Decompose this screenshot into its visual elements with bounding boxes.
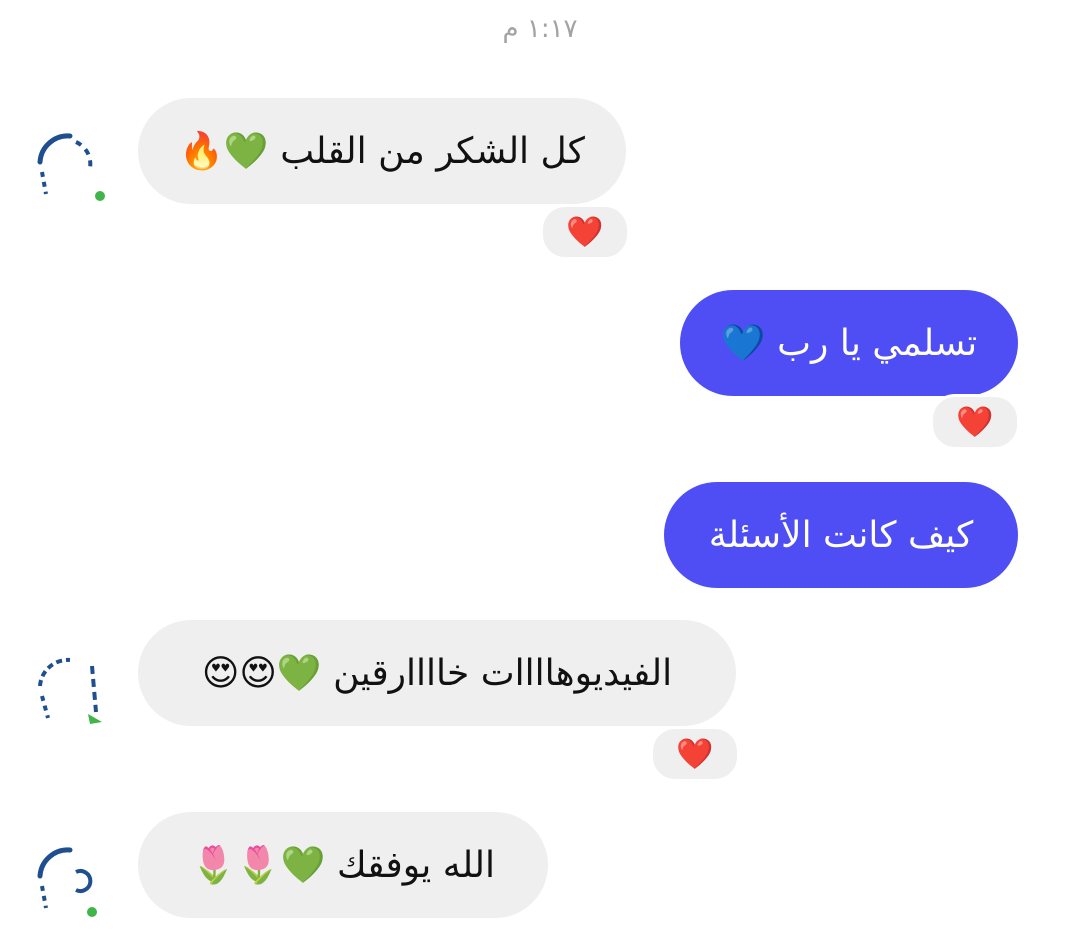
message-text: تسلمي يا رب 💙 [720, 323, 978, 364]
reaction-emoji: ❤️ [566, 214, 604, 250]
avatar-icon [32, 844, 104, 917]
message-text: كل الشكر من القلب 💚🔥 [179, 131, 585, 172]
reaction-emoji: ❤️ [956, 404, 994, 440]
message-bubble-incoming[interactable]: الفيديوهاااات خاااارقين 💚😍😍 [138, 620, 736, 726]
heart-reaction-icon[interactable]: ❤️ [930, 394, 1020, 450]
avatar[interactable] [30, 842, 106, 918]
timestamp: ١:١٧ م [502, 14, 578, 44]
message-text: الفيديوهاااات خاااارقين 💚😍😍 [201, 653, 673, 694]
message-text: الله يوفقك 💚🌷🌷 [191, 845, 495, 886]
message-bubble-incoming[interactable]: الله يوفقك 💚🌷🌷 [138, 812, 548, 918]
avatar-icon [32, 130, 105, 202]
message-text: كيف كانت الأسئلة [708, 514, 974, 556]
avatar[interactable] [30, 128, 106, 204]
reaction-emoji: ❤️ [676, 736, 714, 772]
avatar[interactable] [30, 652, 106, 728]
message-bubble-outgoing[interactable]: كيف كانت الأسئلة [664, 482, 1018, 588]
message-bubble-incoming[interactable]: كل الشكر من القلب 💚🔥 [138, 98, 626, 204]
heart-reaction-icon[interactable]: ❤️ [540, 204, 630, 260]
message-bubble-outgoing[interactable]: تسلمي يا رب 💙 [680, 290, 1018, 396]
heart-reaction-icon[interactable]: ❤️ [650, 726, 740, 782]
avatar-icon [32, 654, 104, 726]
